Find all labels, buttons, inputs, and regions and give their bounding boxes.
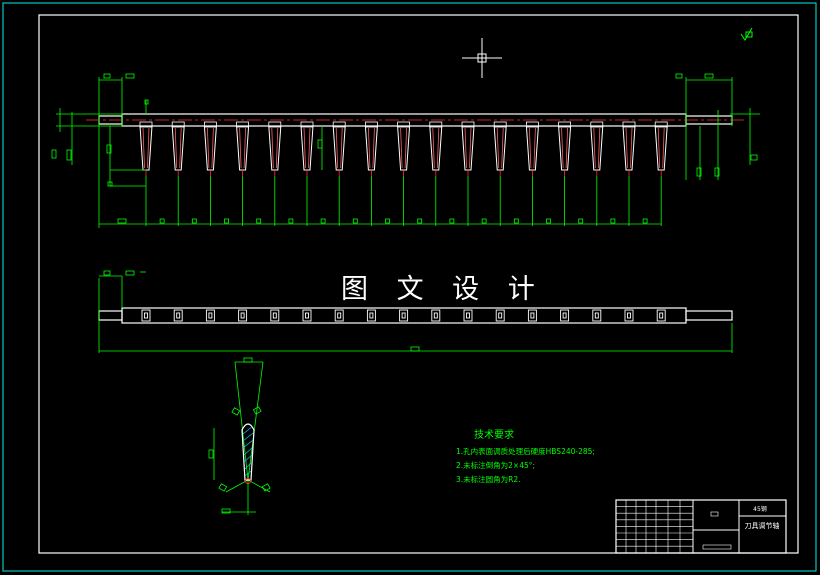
title-block-part-name: 刀具调节轴 xyxy=(745,521,780,530)
blade-pitch-label xyxy=(578,218,584,224)
blade xyxy=(397,121,411,176)
blade-pitch-label xyxy=(224,218,229,224)
notes-heading: 技术要求 xyxy=(474,428,514,441)
blade-slot xyxy=(399,309,409,322)
blade-pitch-label xyxy=(191,218,197,224)
blade-slot xyxy=(592,309,602,322)
blade-slot xyxy=(366,309,376,322)
blade-slot xyxy=(431,309,441,322)
blade-pitch-label xyxy=(417,218,423,224)
title-block-material-cell xyxy=(710,511,719,517)
cad-drawing-canvas: 图 文 设 计 技术要求 1.孔内表面调质处理后硬度HBS240-285; 2.… xyxy=(2,2,817,572)
blade xyxy=(268,121,282,176)
blade-pitch-label xyxy=(256,218,262,224)
blade xyxy=(332,121,346,176)
blade xyxy=(493,121,507,176)
blade-section-profile xyxy=(241,423,255,481)
blade-pitch-label xyxy=(481,218,487,224)
crosshair-cursor-icon xyxy=(462,38,502,78)
left-dimensions xyxy=(51,73,323,187)
blade xyxy=(139,121,153,176)
top-shaft-right-journal xyxy=(685,310,733,321)
blade-section-view xyxy=(208,357,271,515)
blade xyxy=(558,121,572,176)
blade-dimension-lines xyxy=(145,176,662,226)
blade-pitch-label xyxy=(449,218,455,224)
blade-row xyxy=(139,121,668,176)
blade-pitch-label xyxy=(352,218,358,224)
right-dimensions xyxy=(675,73,760,180)
notes-line-3: 3.未标注圆角为R2. xyxy=(456,474,521,484)
blade-slot xyxy=(334,309,344,322)
blade-slot xyxy=(656,309,666,322)
blade-slot xyxy=(495,309,505,322)
blade-pitch-label xyxy=(513,218,519,224)
title-block-code: 45钢 xyxy=(753,505,767,513)
blade-pitch-label xyxy=(546,218,551,224)
blade xyxy=(171,121,185,176)
blade xyxy=(429,121,443,176)
blade-slot xyxy=(302,309,312,322)
blade xyxy=(525,121,539,176)
front-view xyxy=(51,73,760,228)
top-shaft-left-journal xyxy=(98,310,123,321)
blade-pitch-label xyxy=(610,218,616,224)
slot-row xyxy=(141,309,666,322)
blade-slot xyxy=(141,309,151,322)
watermark-text: 图 文 设 计 xyxy=(341,274,545,305)
blade-pitch-label xyxy=(385,218,390,224)
blade-pitch-label xyxy=(159,218,165,224)
blade-slot xyxy=(463,309,473,322)
blade xyxy=(654,121,668,176)
title-block: 45钢 刀具调节轴 xyxy=(615,499,787,554)
notes-line-1: 1.孔内表面调质处理后硬度HBS240-285; xyxy=(456,446,595,456)
roughness-symbol-icon xyxy=(740,27,753,41)
notes-line-2: 2.未标注倒角为2×45°; xyxy=(456,460,535,470)
blade-pitch-label xyxy=(288,218,294,224)
blade-slot xyxy=(270,309,280,322)
blade-slot xyxy=(560,309,570,322)
blade xyxy=(364,121,378,176)
blade xyxy=(590,121,604,176)
blade xyxy=(236,121,250,176)
technical-requirements: 技术要求 1.孔内表面调质处理后硬度HBS240-285; 2.未标注倒角为2×… xyxy=(456,428,595,484)
blade xyxy=(461,121,475,176)
blade-slot xyxy=(205,309,215,322)
blade xyxy=(622,121,636,176)
blade-slot xyxy=(624,309,634,322)
blade xyxy=(300,121,314,176)
blade-slot xyxy=(238,309,248,322)
blade-pitch-label xyxy=(320,218,326,224)
blade xyxy=(203,121,217,176)
blade-pitch-label xyxy=(642,218,648,224)
blade-slot xyxy=(527,309,537,322)
blade-slot xyxy=(173,309,183,322)
